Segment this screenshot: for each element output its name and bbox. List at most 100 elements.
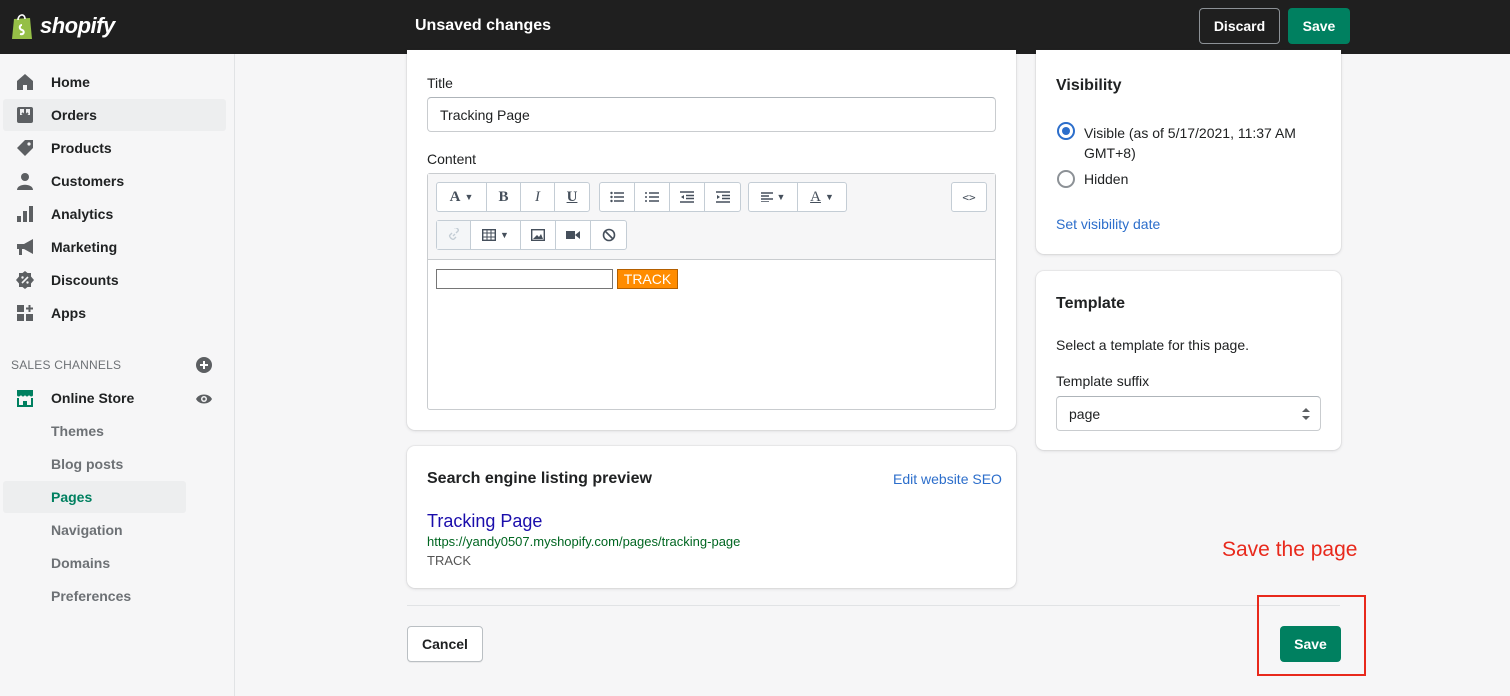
italic-button[interactable]: I [521, 183, 555, 211]
sidebar-item-analytics[interactable]: Analytics [3, 198, 226, 230]
shopify-logo[interactable]: shopify [10, 12, 115, 40]
brand-name: shopify [40, 13, 115, 38]
sidebar-item-label: Marketing [51, 239, 118, 255]
align-color-group: ▼ A ▼ [748, 182, 847, 212]
content-label: Content [427, 151, 477, 167]
sidebar-subitem-label: Preferences [51, 588, 132, 604]
insert-image-button[interactable] [521, 221, 556, 249]
sidebar-subitem-label: Themes [51, 423, 104, 439]
bulleted-list-icon [610, 191, 624, 203]
visibility-heading: Visibility [1056, 77, 1122, 94]
sidebar-item-label: Orders [51, 107, 97, 123]
unsaved-changes-title: Unsaved changes [415, 17, 552, 34]
home-icon [15, 72, 35, 92]
bold-button[interactable]: B [487, 183, 521, 211]
sidebar-item-label: Home [51, 74, 90, 90]
outdent-icon [680, 191, 694, 203]
edit-seo-link[interactable]: Edit website SEO [893, 471, 1002, 487]
sales-channels-heading: SALES CHANNELS [11, 358, 122, 372]
template-suffix-value: page [1069, 405, 1101, 422]
format-group: A ▼ B I U [436, 182, 590, 212]
seo-preview-title: Tracking Page [427, 511, 543, 531]
set-visibility-date-link[interactable]: Set visibility date [1056, 216, 1160, 232]
sidebar-item-products[interactable]: Products [3, 132, 226, 164]
sidebar-item-label: Analytics [51, 206, 114, 222]
clear-formatting-button[interactable] [591, 221, 626, 249]
bar-chart-icon [15, 204, 35, 224]
apps-icon [15, 303, 35, 323]
visible-radio[interactable] [1057, 122, 1075, 140]
orders-icon [15, 105, 35, 125]
hidden-radio[interactable] [1057, 170, 1075, 188]
insert-video-button[interactable] [556, 221, 591, 249]
outdent-button[interactable] [670, 183, 705, 211]
sidebar-item-label: Apps [51, 305, 86, 321]
discard-button[interactable]: Discard [1199, 8, 1280, 44]
rich-text-editor[interactable]: A ▼ B I U ▼ A ▼ <> ▼ [427, 173, 996, 410]
indent-button[interactable] [705, 183, 740, 211]
sidebar-subitem-themes[interactable]: Themes [3, 415, 186, 447]
sidebar-subitem-pages[interactable]: Pages [3, 481, 186, 513]
track-button[interactable]: TRACK [617, 269, 678, 289]
insert-table-dropdown[interactable]: ▼ [471, 221, 521, 249]
chevron-down-icon: ▼ [776, 192, 786, 202]
link-icon [448, 228, 459, 241]
sidebar-subitem-label: Domains [51, 555, 111, 571]
chevron-down-icon: ▼ [824, 192, 834, 202]
numbered-list-button[interactable] [635, 183, 670, 211]
sidebar-item-orders[interactable]: Orders [3, 99, 226, 131]
text-color-dropdown[interactable]: A ▼ [798, 183, 846, 211]
underline-button[interactable]: U [555, 183, 589, 211]
chevron-down-icon: ▼ [500, 230, 509, 240]
sidebar-subitem-navigation[interactable]: Navigation [3, 514, 186, 546]
template-suffix-label: Template suffix [1056, 373, 1150, 389]
sidebar-subitem-domains[interactable]: Domains [3, 547, 186, 579]
chevron-down-icon: ▼ [464, 192, 474, 202]
sidebar-item-home[interactable]: Home [3, 66, 226, 98]
tracking-number-input[interactable] [436, 269, 613, 289]
sidebar-subitem-label: Blog posts [51, 456, 124, 472]
sidebar-item-customers[interactable]: Customers [3, 165, 226, 197]
visible-radio-label: Visible (as of 5/17/2021, 11:37 AM GMT+8… [1084, 125, 1296, 161]
video-icon [566, 231, 580, 239]
eye-icon[interactable] [195, 390, 213, 411]
save-button-top[interactable]: Save [1288, 8, 1350, 44]
align-left-icon [760, 192, 773, 202]
add-sales-channel-icon[interactable] [195, 356, 213, 377]
title-input[interactable]: Tracking Page [427, 97, 996, 132]
bulleted-list-button[interactable] [600, 183, 635, 211]
sidebar-subitem-blog-posts[interactable]: Blog posts [3, 448, 186, 480]
sidebar-subitem-preferences[interactable]: Preferences [3, 580, 186, 612]
font-style-dropdown[interactable]: A ▼ [437, 183, 487, 211]
megaphone-icon [15, 237, 35, 257]
insert-link-button[interactable] [437, 221, 471, 249]
show-html-button[interactable]: <> [952, 183, 986, 211]
tag-icon [15, 138, 35, 158]
sidebar-subitem-label: Pages [51, 489, 93, 505]
insert-group: ▼ [436, 220, 627, 250]
sidebar-item-apps[interactable]: Apps [3, 297, 226, 329]
sidebar-item-label: Online Store [51, 390, 135, 406]
sidebar-item-online-store[interactable]: Online Store [3, 382, 226, 414]
top-bar: shopify Unsaved changes Discard Save [0, 0, 1510, 54]
sidebar-item-marketing[interactable]: Marketing [3, 231, 226, 263]
template-heading: Template [1056, 295, 1126, 312]
seo-preview-url: https://yandy0507.myshopify.com/pages/tr… [427, 534, 741, 549]
template-suffix-select[interactable]: page [1056, 396, 1321, 431]
sidebar-item-label: Products [51, 140, 112, 156]
discount-icon [15, 270, 35, 290]
list-group [599, 182, 741, 212]
align-dropdown[interactable]: ▼ [749, 183, 798, 211]
shopify-bag-icon [12, 14, 32, 39]
sidebar: Home Orders Products Customers Analytics… [0, 54, 235, 696]
sidebar-subitem-label: Navigation [51, 522, 123, 538]
indent-icon [715, 191, 730, 203]
title-label: Title [427, 75, 453, 91]
annotation-highlight-box [1257, 595, 1366, 676]
footer-divider [407, 605, 1340, 606]
person-icon [15, 171, 35, 191]
sidebar-item-discounts[interactable]: Discounts [3, 264, 226, 296]
cancel-button[interactable]: Cancel [407, 626, 483, 662]
select-arrows-icon [1302, 407, 1310, 421]
store-icon [15, 388, 35, 408]
